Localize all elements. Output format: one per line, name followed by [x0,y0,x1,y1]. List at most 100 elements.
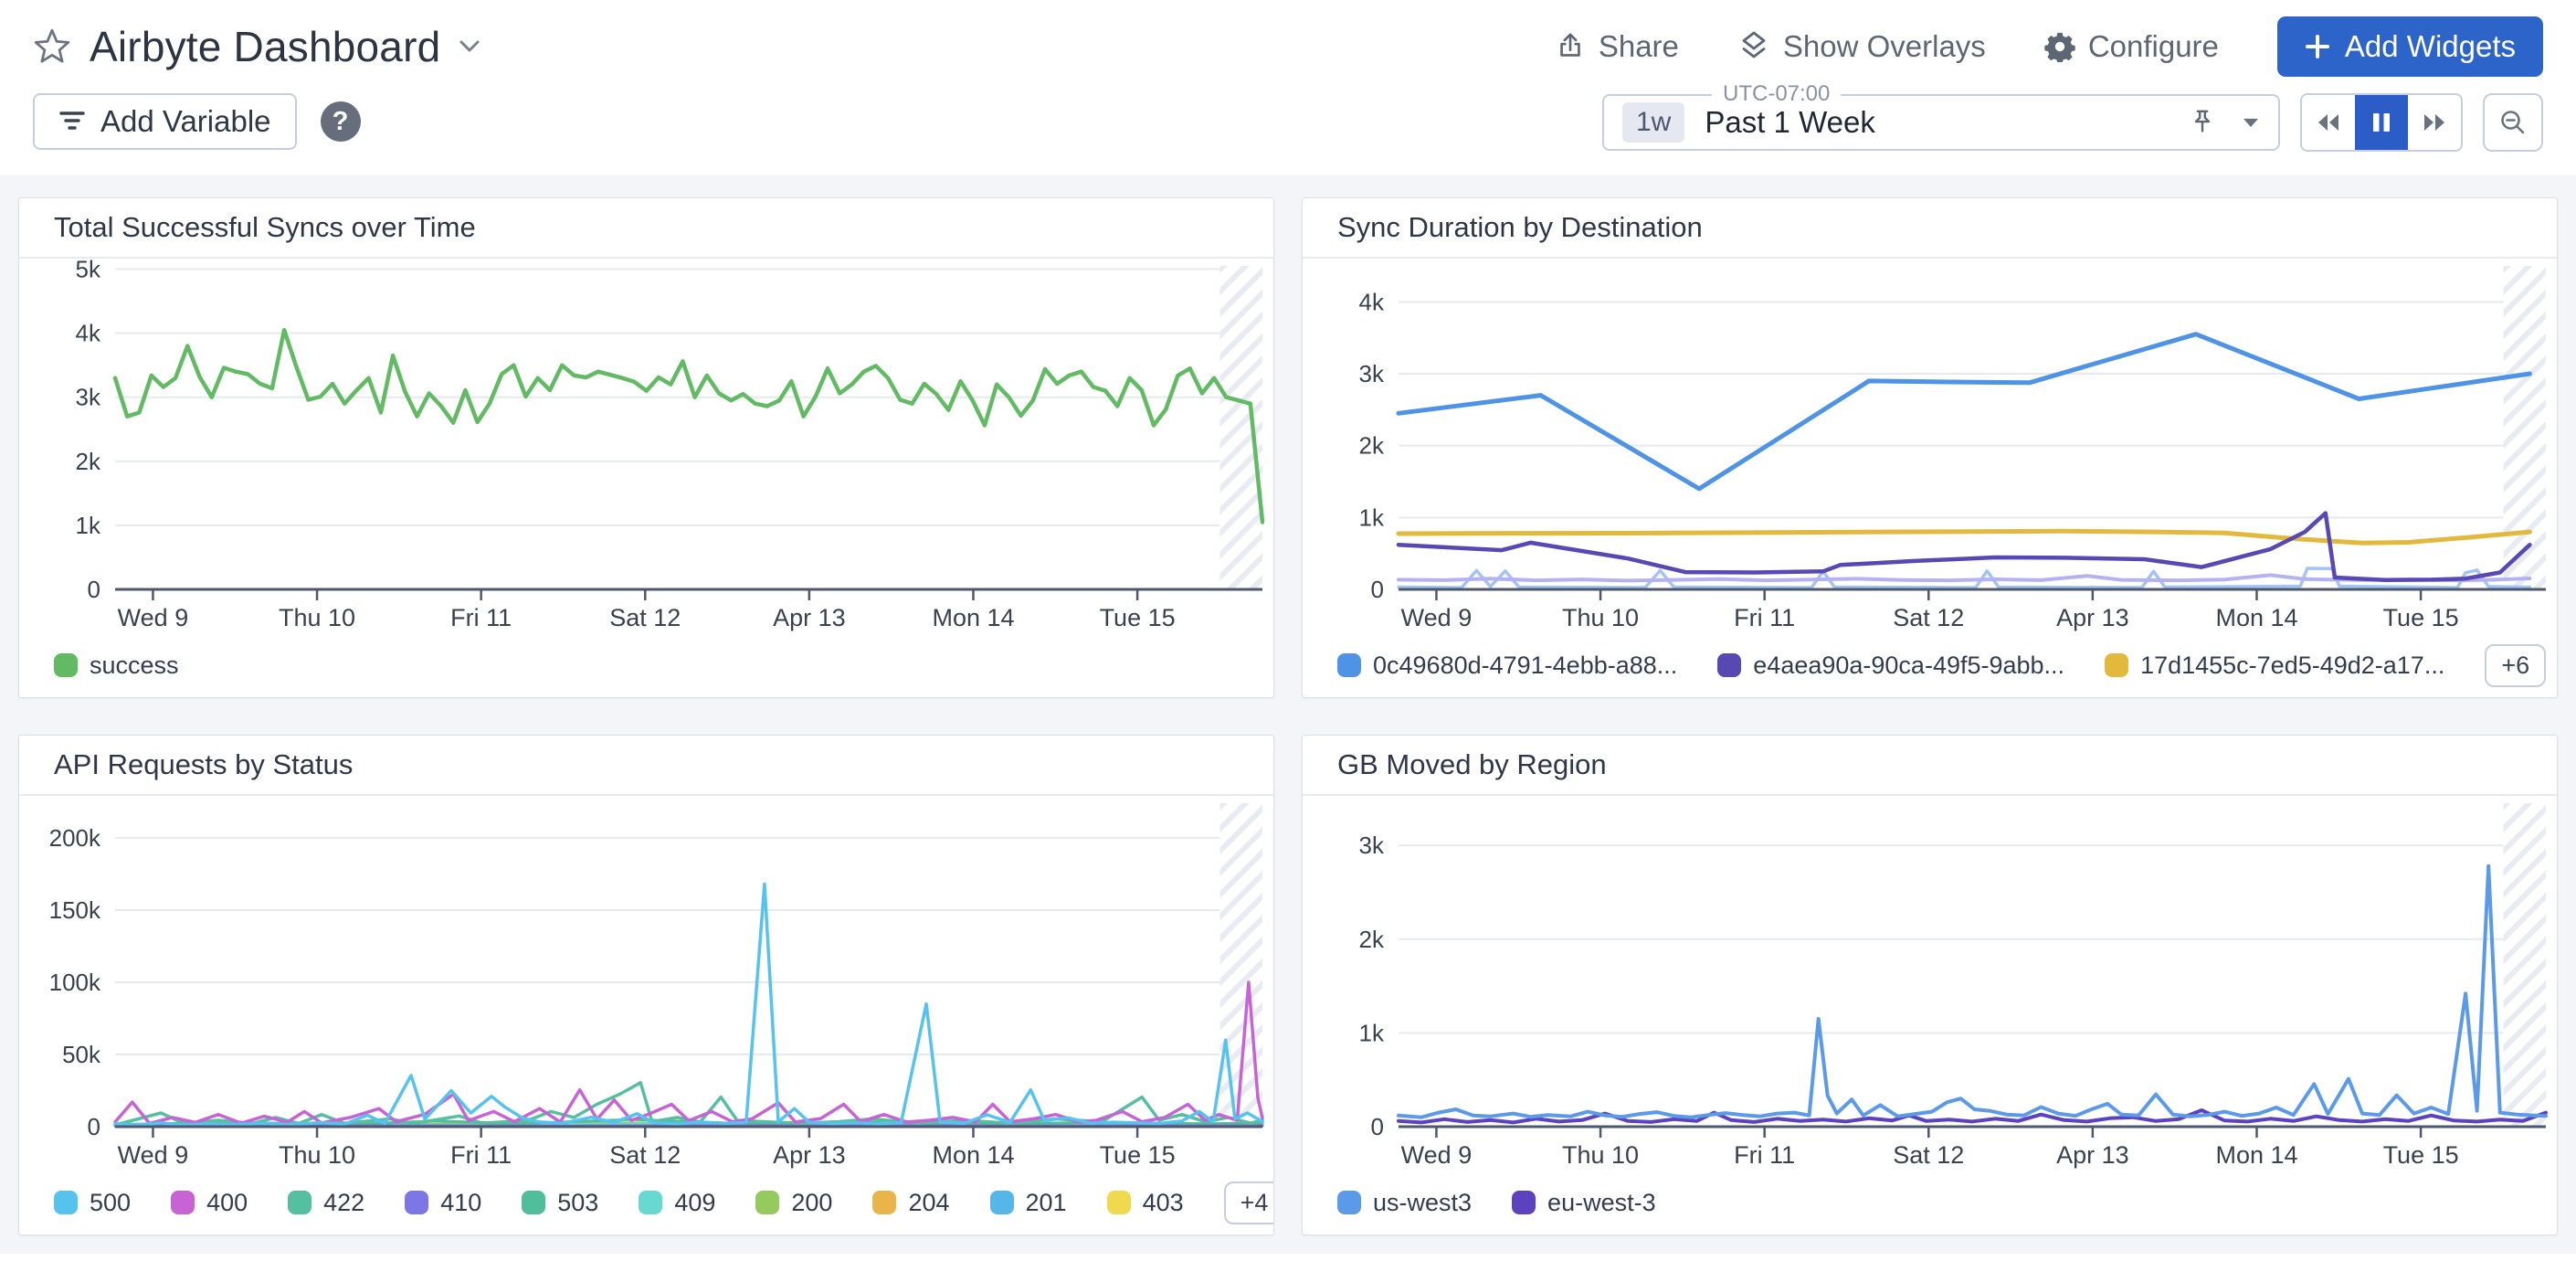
legend-color-chip [1337,1191,1361,1214]
legend-color-chip [872,1191,896,1214]
legend-label: 400 [206,1189,248,1217]
svg-text:Mon 14: Mon 14 [932,1141,1014,1169]
svg-text:Mon 14: Mon 14 [2215,1141,2297,1169]
svg-text:5k: 5k [76,259,101,283]
legend-item[interactable]: 410 [405,1189,481,1217]
svg-text:Mon 14: Mon 14 [932,604,1014,631]
time-range-chip[interactable]: 1w [1622,102,1684,143]
forward-button[interactable] [2408,95,2461,150]
legend-item[interactable]: 500 [54,1189,131,1217]
legend-label: 204 [908,1189,949,1217]
svg-text:Mon 14: Mon 14 [2215,604,2297,631]
widget-sync-duration-by-destination: Sync Duration by Destination 01k2k3k4kWe… [1302,197,2558,698]
zoom-out-button[interactable] [2483,93,2543,152]
legend-label: 410 [440,1189,481,1217]
svg-text:Wed 9: Wed 9 [118,604,189,631]
pin-icon[interactable] [2189,108,2216,137]
add-variable-button[interactable]: Add Variable [33,93,297,150]
zoom-out-icon [2498,108,2528,137]
show-overlays-button[interactable]: Show Overlays [1737,29,1986,64]
time-range-picker[interactable]: UTC-07:00 1w Past 1 Week [1602,94,2280,151]
svg-text:Tue 15: Tue 15 [2383,604,2459,631]
legend-item[interactable]: e4aea90a-90ca-49f5-9abb... [1717,652,2064,680]
svg-text:Wed 9: Wed 9 [1401,1141,1473,1169]
legend-color-chip [405,1191,428,1214]
svg-text:4k: 4k [1359,288,1385,315]
legend-item[interactable]: 403 [1107,1189,1184,1217]
legend-label: 403 [1143,1189,1184,1217]
legend-color-chip [1107,1191,1131,1214]
configure-button[interactable]: Configure [2044,29,2219,64]
widget-api-requests-by-status: API Requests by Status 050k100k150k200kW… [18,735,1274,1235]
star-icon[interactable] [33,27,71,66]
rewind-button[interactable] [2302,95,2355,150]
legend-item[interactable]: success [54,652,179,680]
share-label: Share [1599,29,1679,64]
legend-label: 17d1455c-7ed5-49d2-a17... [2140,652,2444,680]
dashboard-title-menu[interactable]: Airbyte Dashboard [33,22,480,71]
add-widgets-button[interactable]: Add Widgets [2277,16,2543,77]
svg-text:Apr 13: Apr 13 [2056,604,2129,631]
legend-item[interactable]: 422 [288,1189,364,1217]
svg-text:2k: 2k [1359,432,1385,460]
legend-item[interactable]: 200 [755,1189,832,1217]
svg-text:3k: 3k [1359,360,1385,387]
plus-icon [2305,34,2330,59]
share-button[interactable]: Share [1555,29,1679,64]
legend-color-chip [54,1191,78,1214]
legend-more-badge[interactable]: +6 [2485,644,2546,687]
svg-text:Wed 9: Wed 9 [118,1141,189,1169]
svg-text:3k: 3k [76,384,101,411]
legend-label: 200 [791,1189,832,1217]
help-icon[interactable]: ? [321,101,361,142]
legend-color-chip [522,1191,545,1214]
legend-item[interactable]: eu-west-3 [1512,1189,1656,1217]
show-overlays-label: Show Overlays [1783,29,1986,64]
timezone-label: UTC-07:00 [1712,81,1841,107]
legend-item[interactable]: 0c49680d-4791-4ebb-a88... [1337,652,1677,680]
legend-item[interactable]: us-west3 [1337,1189,1472,1217]
legend-item[interactable]: 409 [639,1189,715,1217]
caret-down-icon[interactable] [2242,117,2260,128]
playback-controls [2300,93,2463,152]
legend-label: eu-west-3 [1547,1189,1656,1217]
add-variable-label: Add Variable [100,104,271,139]
legend-item[interactable]: 201 [990,1189,1067,1217]
legend-item[interactable]: 204 [872,1189,949,1217]
svg-text:Tue 15: Tue 15 [2383,1141,2459,1169]
widget-total-successful-syncs: Total Successful Syncs over Time 01k2k3k… [18,197,1274,698]
legend-label: e4aea90a-90ca-49f5-9abb... [1753,652,2064,680]
overlays-icon [1737,30,1770,63]
legend-item[interactable]: 400 [171,1189,248,1217]
svg-text:Apr 13: Apr 13 [2056,1141,2129,1169]
legend: 500 400 422 410 503 409 200 204 201 403 +4 [19,1171,1273,1235]
legend-label: 201 [1026,1189,1067,1217]
legend: 0c49680d-4791-4ebb-a88... e4aea90a-90ca-4… [1303,633,2557,697]
line-chart[interactable]: 01k2k3k4k5kWed 9Thu 10Fri 11Sat 12Apr 13… [19,259,1273,633]
svg-text:0: 0 [1371,1113,1384,1140]
line-chart[interactable]: 050k100k150k200kWed 9Thu 10Fri 11Sat 12A… [19,796,1273,1171]
legend-label: 409 [674,1189,715,1217]
svg-text:Apr 13: Apr 13 [773,604,846,631]
rewind-icon [2315,110,2342,135]
legend-color-chip [639,1191,662,1214]
svg-text:4k: 4k [76,320,101,347]
pause-button[interactable] [2355,95,2408,150]
svg-text:0: 0 [88,576,100,603]
legend-item[interactable]: 17d1455c-7ed5-49d2-a17... [2105,652,2444,680]
widget-title: Total Successful Syncs over Time [19,198,1273,259]
svg-text:150k: 150k [49,896,101,924]
legend-more-badge[interactable]: +4 [1224,1182,1274,1224]
legend: us-west3 eu-west-3 [1303,1171,2557,1235]
chevron-down-icon [459,39,480,54]
topbar: Airbyte Dashboard Share Show Overlays [0,0,2576,175]
legend-label: 500 [90,1189,131,1217]
legend-item[interactable]: 503 [522,1189,598,1217]
svg-text:Sat 12: Sat 12 [1893,1141,1964,1169]
line-chart[interactable]: 01k2k3kWed 9Thu 10Fri 11Sat 12Apr 13Mon … [1303,796,2557,1171]
line-chart[interactable]: 01k2k3k4kWed 9Thu 10Fri 11Sat 12Apr 13Mo… [1303,259,2557,633]
legend-label: 422 [323,1189,364,1217]
svg-text:Wed 9: Wed 9 [1401,604,1473,631]
svg-text:2k: 2k [1359,926,1385,953]
share-icon [1555,30,1586,63]
